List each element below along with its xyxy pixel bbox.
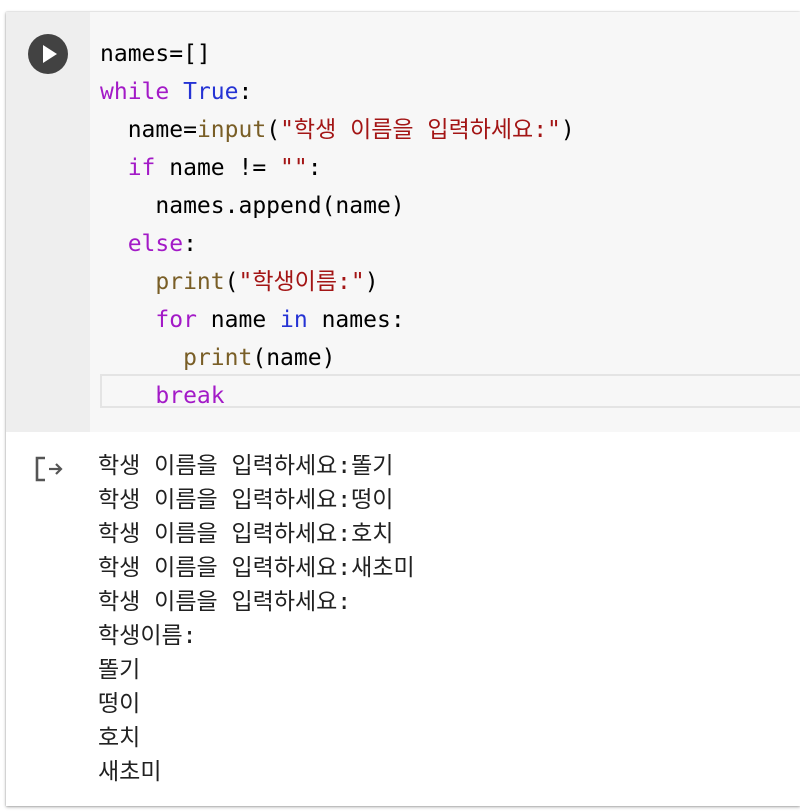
code-token: for [155,307,197,333]
code-token: True [183,79,239,105]
code-token: name [196,307,281,333]
output-arrow-icon [35,456,63,482]
code-token: name != [155,155,281,181]
code-line[interactable]: if name != "": [100,149,575,187]
run-cell-button[interactable] [28,34,68,74]
cell-gutter [6,12,90,432]
code-token: ) [560,117,575,143]
code-token: names.append(name) [155,193,405,219]
output-line: 학생 이름을 입력하세요:호치 [98,521,394,547]
code-line[interactable]: while True: [100,73,575,111]
code-token: in [280,307,308,333]
code-token: break [155,383,225,409]
code-token: ( [266,117,281,143]
output-line: 학생 이름을 입력하세요:똘기 [98,453,394,479]
cell-output: 학생 이름을 입력하세요:똘기 학생 이름을 입력하세요:떵이 학생 이름을 입력하… [98,449,415,789]
code-token: if [127,155,156,181]
code-line[interactable]: print("학생이름:") [100,263,575,301]
code-token: else [127,231,184,257]
output-line: 학생 이름을 입력하세요:새초미 [98,555,415,581]
code-line[interactable]: name=input("학생 이름을 입력하세요:") [100,111,575,149]
code-line[interactable]: for name in names: [100,301,575,339]
code-line[interactable]: names.append(name) [100,187,575,225]
code-token: ) [364,269,379,295]
output-line: 학생 이름을 입력하세요:떵이 [98,487,394,513]
output-line: 똘기 [98,657,141,683]
code-line[interactable]: print(name) [100,339,575,377]
output-line: 학생 이름을 입력하세요: [98,589,352,615]
code-line[interactable]: else: [100,225,575,263]
code-token: name= [127,117,197,143]
code-token: "학생이름:" [238,269,365,295]
code-token: print [183,345,253,371]
code-token: : [183,231,197,257]
code-token: "학생 이름을 입력하세요:" [280,117,561,143]
code-token: "" [280,155,308,181]
notebook-cell[interactable]: names=[] while True: name=input("학생 이름을 입… [6,12,800,806]
play-icon [43,45,57,63]
code-line[interactable]: break [100,377,575,415]
code-token: ( [224,269,239,295]
output-line: 떵이 [98,691,141,717]
code-token: names=[] [100,41,211,67]
code-token: names: [307,307,405,333]
code-token: (name) [252,345,336,371]
code-token: while [100,79,170,105]
output-line: 학생이름: [98,623,197,649]
code-line[interactable]: names=[] [100,35,575,73]
code-block[interactable]: names=[] while True: name=input("학생 이름을 입… [100,35,575,415]
code-token: : [307,155,322,181]
code-token: print [155,269,225,295]
code-token: input [196,117,267,143]
output-line: 호치 [98,725,141,751]
output-line: 새초미 [98,759,162,785]
code-token: : [238,79,253,105]
